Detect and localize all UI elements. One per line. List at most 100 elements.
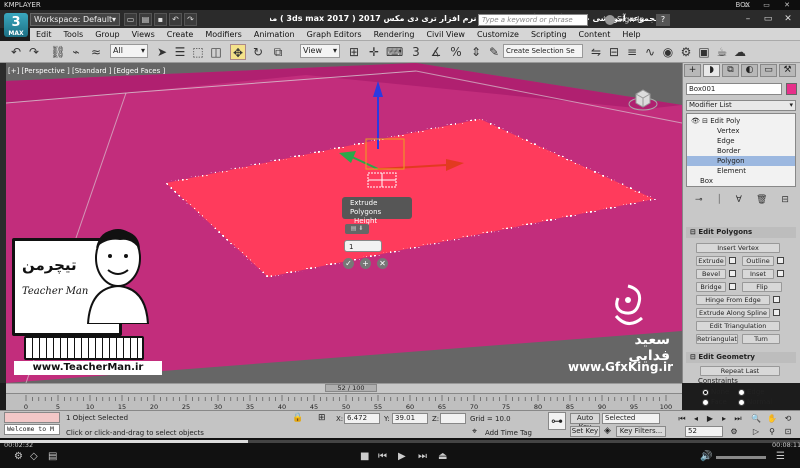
- maxscript-mini-listener[interactable]: Welcome to M: [4, 424, 60, 435]
- render-icon[interactable]: ☕: [714, 44, 730, 60]
- app-menu-button[interactable]: 3 MAX: [4, 13, 28, 37]
- caddy-apply-icon[interactable]: +: [360, 258, 371, 269]
- player-subtitle-icon[interactable]: ▤: [48, 451, 57, 463]
- menu-help[interactable]: Help: [616, 28, 646, 40]
- selection-filter-dropdown[interactable]: All: [110, 44, 148, 58]
- search-input[interactable]: Type a keyword or phrase: [478, 14, 588, 26]
- select-by-name-icon[interactable]: ☰: [172, 44, 188, 60]
- mirror-icon[interactable]: ⇋: [588, 44, 604, 60]
- close-icon[interactable]: ✕: [780, 13, 796, 26]
- menu-content[interactable]: Content: [573, 28, 617, 40]
- render-frame-icon[interactable]: ▣: [696, 44, 712, 60]
- lock-selection-icon[interactable]: 🔒: [292, 413, 303, 423]
- bind-space-warp-icon[interactable]: ≈: [88, 44, 104, 60]
- named-selection-set-dropdown[interactable]: Create Selection Se: [503, 44, 583, 58]
- menu-views[interactable]: Views: [126, 28, 161, 40]
- angle-snap-icon[interactable]: ∡: [428, 44, 444, 60]
- redo-icon[interactable]: ↷: [184, 13, 197, 26]
- stack-item-box[interactable]: Box: [686, 176, 796, 186]
- sign-in-link[interactable]: Sign In: [617, 14, 644, 26]
- go-to-start-icon[interactable]: ⏮: [676, 413, 688, 424]
- undo-icon[interactable]: ↶: [8, 44, 24, 60]
- select-object-icon[interactable]: ➤: [154, 44, 170, 60]
- constraint-face-radio[interactable]: [702, 399, 709, 406]
- caddy-cancel-icon[interactable]: ✕: [377, 258, 388, 269]
- bridge-button[interactable]: Bridge: [696, 282, 726, 292]
- previous-frame-icon[interactable]: ◂: [690, 413, 702, 424]
- outline-settings-icon[interactable]: [777, 257, 784, 264]
- maximize-icon[interactable]: ▭: [760, 13, 776, 26]
- time-config-icon[interactable]: ⚙: [728, 426, 740, 437]
- select-manipulate-icon[interactable]: ✛: [366, 44, 382, 60]
- help-icon[interactable]: ?: [656, 14, 670, 26]
- constraint-none-radio[interactable]: [702, 389, 709, 396]
- player-volume-slider[interactable]: [716, 456, 766, 459]
- player-stop-icon[interactable]: ■: [360, 451, 369, 463]
- edit-geometry-rollout[interactable]: ⊟ Edit Geometry: [686, 352, 796, 363]
- stack-item-polygon[interactable]: Polygon: [687, 156, 795, 166]
- pin-stack-icon[interactable]: ⊸: [695, 195, 703, 207]
- track-bar[interactable]: 0 5 10 15 20 25 30 35 40 45 50 55 60 65 70 75 80 85 90 95 10…: [6, 393, 682, 411]
- auto-key-button[interactable]: Auto Key: [570, 413, 600, 431]
- stack-item-vertex[interactable]: Vertex: [687, 126, 795, 136]
- constraint-normal-radio[interactable]: [738, 399, 745, 406]
- set-key-button[interactable]: Set Key: [570, 426, 600, 437]
- insert-vertex-button[interactable]: Insert Vertex: [696, 243, 780, 253]
- workspace-dropdown[interactable]: Workspace: Default: [30, 13, 120, 26]
- link-icon[interactable]: ⛓: [50, 44, 66, 60]
- maxscript-listener[interactable]: [4, 412, 60, 423]
- frame-counter[interactable]: 52 / 100: [325, 384, 377, 392]
- bevel-settings-icon[interactable]: [729, 270, 736, 277]
- player-window-controls[interactable]: ▫ ▭ ✕: [744, 0, 796, 10]
- stack-item-border[interactable]: Border: [687, 146, 795, 156]
- menu-tools[interactable]: Tools: [58, 28, 90, 40]
- edit-named-selection-icon[interactable]: ✎: [486, 44, 502, 60]
- player-prev-icon[interactable]: ⏮: [378, 451, 387, 463]
- menu-customize[interactable]: Customize: [471, 28, 525, 40]
- play-icon[interactable]: ▶: [704, 413, 716, 424]
- show-end-result-icon[interactable]: ⏐: [717, 195, 722, 207]
- player-settings-icon[interactable]: ⚙: [14, 451, 23, 463]
- make-unique-icon[interactable]: ∀: [736, 195, 742, 207]
- hinge-settings-icon[interactable]: [773, 296, 780, 303]
- modifier-list-dropdown[interactable]: Modifier List: [686, 100, 796, 111]
- inset-settings-icon[interactable]: [777, 270, 784, 277]
- reference-coordinate-dropdown[interactable]: View: [300, 44, 340, 58]
- extrude-button[interactable]: Extrude: [696, 256, 726, 266]
- stack-item-edge[interactable]: Edge: [687, 136, 795, 146]
- render-setup-icon[interactable]: ⚙: [678, 44, 694, 60]
- object-name-field[interactable]: Box001: [686, 83, 782, 95]
- key-filters-button[interactable]: Key Filters...: [616, 426, 666, 437]
- menu-animation[interactable]: Animation: [248, 28, 301, 40]
- utilities-tab-icon[interactable]: ⚒: [779, 64, 796, 77]
- unlink-icon[interactable]: ⌁: [68, 44, 84, 60]
- orbit-icon[interactable]: ⟲: [782, 413, 794, 424]
- outline-button[interactable]: Outline: [742, 256, 774, 266]
- minimize-icon[interactable]: –: [740, 13, 756, 26]
- save-icon[interactable]: ▪: [154, 13, 167, 26]
- player-3d-icon[interactable]: ◇: [30, 451, 38, 463]
- rotate-icon[interactable]: ↻: [250, 44, 266, 60]
- set-key-icon[interactable]: ⊶: [548, 412, 566, 430]
- motion-tab-icon[interactable]: ◐: [741, 64, 758, 77]
- menu-civil-view[interactable]: Civil View: [420, 28, 471, 40]
- extrude-settings-icon[interactable]: [729, 257, 736, 264]
- a360-icon[interactable]: ☁: [732, 44, 748, 60]
- bevel-button[interactable]: Bevel: [696, 269, 726, 279]
- caddy-spinner[interactable]: ▤ ⬇: [345, 224, 369, 234]
- player-open-icon[interactable]: ⏏: [438, 451, 447, 463]
- menu-rendering[interactable]: Rendering: [368, 28, 421, 40]
- player-playlist-icon[interactable]: ☰: [776, 451, 785, 463]
- time-tag-icon[interactable]: ⌖: [472, 427, 477, 437]
- extrude-spline-settings-icon[interactable]: [773, 309, 780, 316]
- caddy-height-field[interactable]: 1: [344, 240, 382, 252]
- open-icon[interactable]: ▤: [139, 13, 152, 26]
- current-frame-field[interactable]: 52: [685, 426, 723, 437]
- move-icon[interactable]: ✥: [230, 44, 246, 60]
- viewcube-icon[interactable]: [628, 84, 658, 114]
- percent-snap-icon[interactable]: %: [448, 44, 464, 60]
- create-tab-icon[interactable]: +: [684, 64, 701, 77]
- menu-edit[interactable]: Edit: [30, 28, 58, 40]
- edit-triangulation-button[interactable]: Edit Triangulation: [696, 321, 780, 331]
- configure-modifier-sets-icon[interactable]: ⊟: [781, 195, 789, 207]
